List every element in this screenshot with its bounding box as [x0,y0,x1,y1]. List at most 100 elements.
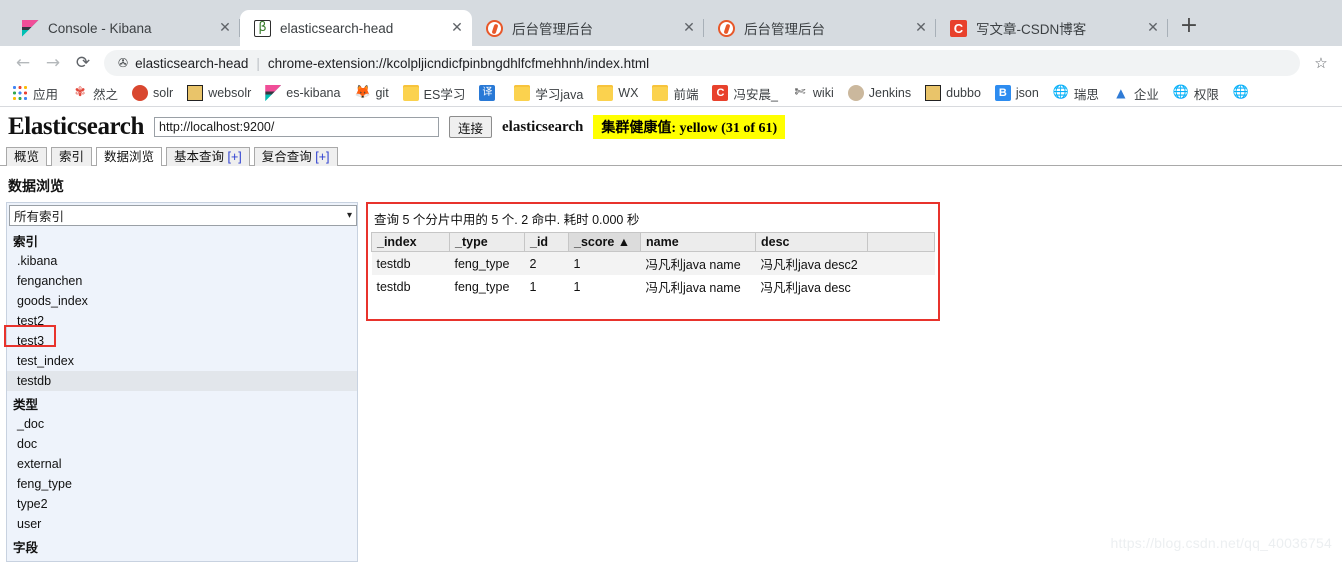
cluster-url-input[interactable] [154,117,439,137]
bookmark-label: ES学习 [423,87,466,102]
index-item-goods-index[interactable]: goods_index [7,291,357,311]
new-tab-button[interactable]: + [1174,12,1204,42]
cell-index: testdb [371,275,450,298]
index-item-fenganchen[interactable]: fenganchen [7,271,357,291]
bookmarks-bar: 应用 ✾ 然之 solr websolr es-kibana 🦊 git ES学… [0,80,1342,107]
bookmark-es-kibana[interactable]: es-kibana [259,82,346,104]
results-summary: 查询 5 个分片中用的 5 个. 2 命中. 耗时 0.000 秒 [374,213,640,227]
kibana-icon [22,19,39,37]
bookmark-label: Jenkins [868,86,912,100]
close-icon[interactable]: ✕ [910,17,932,39]
bookmark-label: json [1015,86,1039,100]
index-item-kibana[interactable]: .kibana [7,251,357,271]
bookmark-json[interactable]: B json [989,82,1045,104]
column-header-blank[interactable] [867,232,935,252]
index-item-test3[interactable]: test3 [7,331,357,351]
tab-label: 概览 [14,150,40,164]
close-icon[interactable]: ✕ [678,17,700,39]
tab-overview[interactable]: 概览 [6,147,48,166]
bookmark-websolr[interactable]: websolr [181,82,257,104]
bookmark-jenkins[interactable]: Jenkins [842,82,917,104]
type-item-feng-type[interactable]: feng_type [7,474,357,494]
bookmark-solr[interactable]: solr [126,82,179,104]
tab-suffix: [+] [227,150,242,164]
bookmark-ruisi[interactable]: 🌐 瑞思 [1047,82,1105,104]
field-group-title: 字段 [13,541,39,555]
column-header-name[interactable]: name [640,232,756,252]
folder-icon [402,85,419,101]
wiki-icon: ✄ [794,85,806,100]
csdn-icon: C [712,85,729,101]
browser-tab-4[interactable]: 写文章-CSDN博客 ✕ [936,10,1168,46]
index-select[interactable]: 所有索引 ▾ [9,205,357,226]
tab-label: 基本查询 [174,150,228,164]
bookmark-wx[interactable]: WX [591,82,644,104]
browser-tab-1[interactable]: elasticsearch-head ✕ [240,10,472,46]
omnibox-separator: | [256,55,260,71]
type-item-user[interactable]: user [7,514,357,534]
jenkins-icon [847,85,864,101]
column-header-id[interactable]: _id [524,232,569,252]
browser-tab-title: 后台管理后台 [512,22,593,37]
type-item-type2[interactable]: type2 [7,494,357,514]
watermark: https://blog.csdn.net/qq_40036754 [1110,535,1332,551]
cluster-health-badge: 集群健康值: yellow (31 of 61) [593,115,786,139]
tab-data-browse[interactable]: 数据浏览 [96,147,163,166]
results-bottom-spacer [371,298,935,316]
browser-tab-2[interactable]: 后台管理后台 ✕ [472,10,704,46]
json-icon: B [994,85,1011,101]
bookmark-enterprise[interactable]: ▲ 企业 [1107,82,1165,104]
column-header-type[interactable]: _type [449,232,525,252]
index-item-test2[interactable]: test2 [7,311,357,331]
bookmark-extra[interactable]: 🌐 [1227,82,1260,104]
connect-button[interactable]: 连接 [449,116,493,138]
table-row[interactable]: testdb feng_type 2 1 冯凡利java name 冯凡利jav… [371,251,935,275]
index-item-testdb[interactable]: testdb [7,371,357,391]
tab-label: 数据浏览 [104,150,155,164]
forward-icon[interactable]: → [38,48,68,78]
bookmark-es-study[interactable]: ES学习 [397,82,472,104]
table-row[interactable]: testdb feng_type 1 1 冯凡利java name 冯凡利jav… [371,275,935,298]
admin-icon [718,19,735,37]
close-icon[interactable]: ✕ [446,17,468,39]
reload-icon[interactable]: ⟳ [68,48,98,78]
column-header-desc[interactable]: desc [755,232,868,252]
app-logo: Elasticsearch [8,113,144,140]
back-icon[interactable]: ← [8,48,38,78]
column-header-index[interactable]: _index [371,232,450,252]
bookmark-ranzhi[interactable]: ✾ 然之 [66,82,124,104]
type-item-external[interactable]: external [7,454,357,474]
type-item-doc-underscore[interactable]: _doc [7,414,357,434]
kibana-icon [265,85,282,101]
browser-tab-0[interactable]: Console - Kibana ✕ [8,10,240,46]
tab-composite-query[interactable]: 复合查询 [+] [253,147,338,166]
bookmark-star-icon[interactable]: ☆ [1308,50,1334,76]
type-group-title: 类型 [13,398,39,412]
cluster-name: elasticsearch [502,118,584,135]
close-icon[interactable]: ✕ [1142,17,1164,39]
bookmark-dubbo[interactable]: dubbo [919,82,987,104]
tab-basic-query[interactable]: 基本查询 [+] [166,147,250,166]
head-icon [254,19,271,37]
bookmark-apps[interactable]: 应用 [6,82,64,104]
index-item-test-index[interactable]: test_index [7,351,357,371]
bookmark-label: 前端 [673,87,699,102]
cell-score: 1 [568,275,641,298]
bookmark-csdn-user[interactable]: C 冯安晨_ [706,82,783,104]
bookmark-frontend[interactable]: 前端 [646,82,704,104]
bookmark-wiki[interactable]: ✄ wiki [786,82,840,104]
dubbo-icon [925,85,942,101]
bookmark-label: 瑞思 [1073,87,1099,102]
bookmark-label: 企业 [1133,87,1159,102]
bookmark-study-java[interactable]: 学习java [508,82,589,104]
browser-tab-3[interactable]: 后台管理后台 ✕ [704,10,936,46]
address-bar[interactable]: ✇ elasticsearch-head | chrome-extension:… [104,50,1300,76]
cell-desc: 冯凡利java desc [755,275,868,298]
close-icon[interactable]: ✕ [214,17,236,39]
tab-indices[interactable]: 索引 [51,147,93,166]
type-item-doc[interactable]: doc [7,434,357,454]
bookmark-fanyi[interactable]: 译 [473,82,506,104]
bookmark-permission[interactable]: 🌐 权限 [1167,82,1225,104]
column-header-score[interactable]: _score ▲ [568,232,641,252]
bookmark-git[interactable]: 🦊 git [348,82,394,104]
